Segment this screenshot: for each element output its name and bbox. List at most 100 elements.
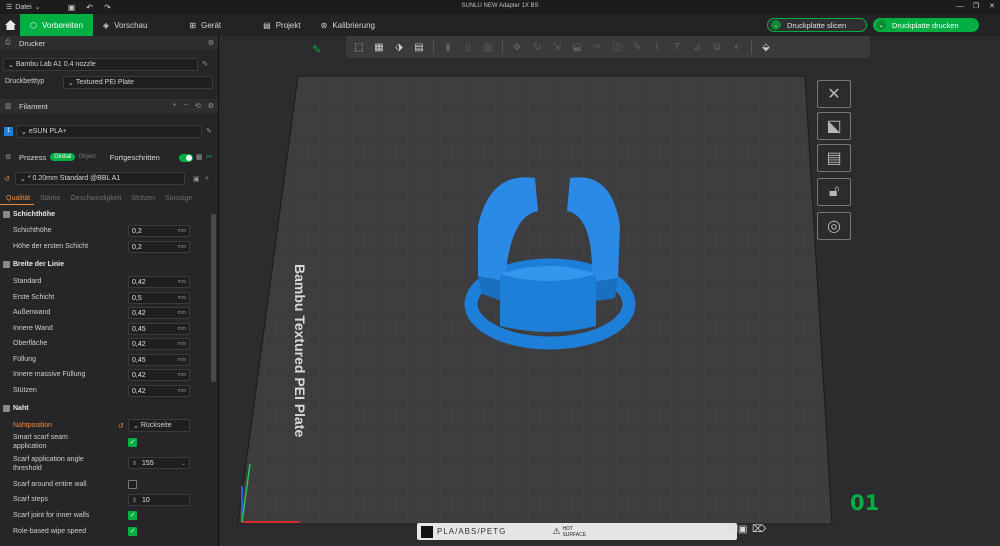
edit-icon[interactable]: ✎ <box>202 60 208 68</box>
line-width-inner-wall-input[interactable]: 0,45 mm <box>128 323 190 335</box>
reset-icon[interactable]: ↺ <box>4 175 10 183</box>
line-width-first-layer-input[interactable]: 0,5 mm <box>128 292 190 304</box>
filament-select[interactable]: ⌄ eSUN PLA+ <box>16 125 202 138</box>
chevron-down-icon[interactable]: ⌄ <box>771 20 781 30</box>
chevron-down-icon[interactable]: ⌄ <box>181 460 189 467</box>
tab-calibration[interactable]: ⊛ Kalibrierung <box>311 14 385 36</box>
search-icon[interactable]: ⌕ <box>205 175 209 183</box>
edit-icon[interactable]: ✎ <box>206 127 212 135</box>
scale-icon[interactable]: ⇲ <box>548 39 566 55</box>
add-icon[interactable]: + <box>173 102 177 110</box>
tab-quality[interactable]: Qualität <box>0 193 35 205</box>
line-width-default-input[interactable]: 0,42 mm <box>128 276 190 288</box>
printer-icon: ⎙ <box>5 39 11 46</box>
unit-label: mm <box>177 310 186 316</box>
tab-speed[interactable]: Geschwindigkeit <box>64 193 125 205</box>
panel-scrollbar[interactable] <box>211 214 216 382</box>
close-plate-icon[interactable]: ✕ <box>817 80 851 108</box>
color-paint-icon[interactable]: ◐ <box>728 39 746 55</box>
arrange-plate-icon[interactable]: ▤ <box>817 144 851 172</box>
tab-prepare[interactable]: ⬡ Vorbereiten <box>20 14 93 36</box>
layer-height-input[interactable]: 0,2 mm <box>128 225 190 237</box>
rotate-icon[interactable]: ↻ <box>528 39 546 55</box>
global-toggle[interactable]: Global <box>50 153 76 161</box>
first-layer-height-input[interactable]: 0,2 mm <box>128 241 190 253</box>
seam-position-select[interactable]: ⌄ Rückseite <box>128 419 190 432</box>
line-width-top-surface-input[interactable]: 0,42 mm <box>128 338 190 350</box>
layer-height-group-header: Schichthöhe <box>3 211 55 218</box>
file-menu[interactable]: ☰ Datei ⌄ <box>0 3 47 12</box>
tab-project[interactable]: ▤ Projekt <box>253 14 310 36</box>
group-title: Schichthöhe <box>13 211 56 218</box>
mesh-boolean-icon[interactable]: ◫ <box>608 39 626 55</box>
scarf-steps-spinner[interactable]: ⇕ 10 <box>128 494 190 506</box>
edit-plate-icon[interactable]: ✎ <box>312 43 321 56</box>
process-profile-select[interactable]: ⌄ * 0.20mm Standard @BBL A1 <box>15 172 185 185</box>
move-icon[interactable]: ✥ <box>508 39 526 55</box>
seam-paint-icon[interactable]: ⌇ <box>648 39 666 55</box>
3d-viewport[interactable]: Bambu Textured PEI Plate ⬚ ▦ ⬗ ▤ ▮ ▯ ▥ ✥… <box>220 36 1000 546</box>
delete-plate-icon[interactable]: ⌫ <box>724 524 738 535</box>
scarf-entire-wall-checkbox[interactable] <box>128 480 137 489</box>
undo-icon[interactable]: ↶ <box>83 2 97 12</box>
delete-icon[interactable]: ▥ <box>479 39 497 55</box>
minimize-icon[interactable]: — <box>952 0 968 14</box>
add-plate-icon[interactable]: ▦ <box>370 39 388 55</box>
slice-plate-button[interactable]: ⌄ Druckplatte slicen <box>767 18 867 32</box>
printer-select[interactable]: ⌄ Bambu Lab A1 0.4 nozzle <box>3 58 198 71</box>
cut-tool-icon[interactable]: ✂ <box>588 39 606 55</box>
line-width-infill-input[interactable]: 0,45 mm <box>128 354 190 366</box>
scarf-angle-spinner[interactable]: ⇕ 155 ⌄ <box>128 457 190 469</box>
object-toggle[interactable]: Objekt <box>78 154 95 160</box>
tab-preview[interactable]: ◈ Vorschau <box>93 14 158 36</box>
lay-on-face-icon[interactable]: ⬓ <box>568 39 586 55</box>
home-icon[interactable] <box>0 14 20 36</box>
arrange-icon[interactable]: ▤ <box>410 39 428 55</box>
line-width-support-input[interactable]: 0,42 mm <box>128 385 190 397</box>
surface-label: SURFACE <box>562 531 587 538</box>
support-paint-icon[interactable]: ✎ <box>628 39 646 55</box>
role-based-wipe-checkbox[interactable]: ✓ <box>128 527 137 536</box>
print-plate-button[interactable]: ⌄ Druckplatte drucken <box>873 18 979 32</box>
tune-icon[interactable]: ⚯ <box>206 153 212 161</box>
text-tool-icon[interactable]: T <box>668 39 686 55</box>
close-icon[interactable]: ✕ <box>984 0 1000 14</box>
tab-label: Projekt <box>275 20 301 30</box>
orient-plate-icon[interactable]: ◎ <box>817 212 851 240</box>
save-icon[interactable]: ▣ <box>193 175 200 183</box>
redo-icon[interactable]: ↷ <box>101 2 115 12</box>
tab-device[interactable]: ⊞ Gerät <box>179 14 231 36</box>
save-icon[interactable]: ▣ <box>65 2 79 12</box>
restore-icon[interactable]: ❐ <box>968 0 984 14</box>
plate-view-icon[interactable]: ▣ <box>738 524 747 535</box>
tab-others[interactable]: Sonstige <box>159 193 196 205</box>
advanced-toggle[interactable] <box>179 154 193 162</box>
measure-icon[interactable]: ⊿ <box>688 39 706 55</box>
assembly-icon[interactable]: ⧉ <box>708 39 726 55</box>
add-object-icon[interactable]: ⬚ <box>350 39 368 55</box>
view-settings-icon[interactable]: ⬙ <box>757 39 775 55</box>
line-width-internal-solid-infill-input[interactable]: 0,42 mm <box>128 369 190 381</box>
bed-type-select[interactable]: ⌄ Textured PEI Plate <box>63 76 213 89</box>
orient-icon[interactable]: ⬗ <box>390 39 408 55</box>
unit-label: mm <box>177 326 186 332</box>
scarf-inner-walls-checkbox[interactable]: ✓ <box>128 511 137 520</box>
reset-icon[interactable]: ↺ <box>118 422 124 430</box>
lock-icon[interactable]: 🔓︎ <box>817 178 851 206</box>
smart-scarf-checkbox[interactable]: ✓ <box>128 438 137 447</box>
tab-strength[interactable]: Stärke <box>34 193 64 205</box>
settings-icon[interactable]: ⚙ <box>208 39 214 47</box>
settings-icon[interactable]: ⚙ <box>208 102 214 110</box>
spinner-icon[interactable]: ⇕ <box>132 460 137 467</box>
trash-icon[interactable]: ⌦ <box>752 524 766 535</box>
remove-icon[interactable]: − <box>184 102 188 110</box>
spinner-icon[interactable]: ⇕ <box>132 497 137 504</box>
split-icon[interactable]: ▮ <box>439 39 457 55</box>
tab-support[interactable]: Stützen <box>125 193 159 205</box>
plate-settings-icon[interactable]: ⬕ <box>817 112 851 140</box>
cut-icon[interactable]: ▯ <box>459 39 477 55</box>
chevron-down-icon[interactable]: ⌄ <box>876 20 886 30</box>
sync-icon[interactable]: ⟲ <box>195 102 201 110</box>
compare-icon[interactable]: ▦ <box>196 153 203 161</box>
line-width-outer-wall-input[interactable]: 0,42 mm <box>128 307 190 319</box>
